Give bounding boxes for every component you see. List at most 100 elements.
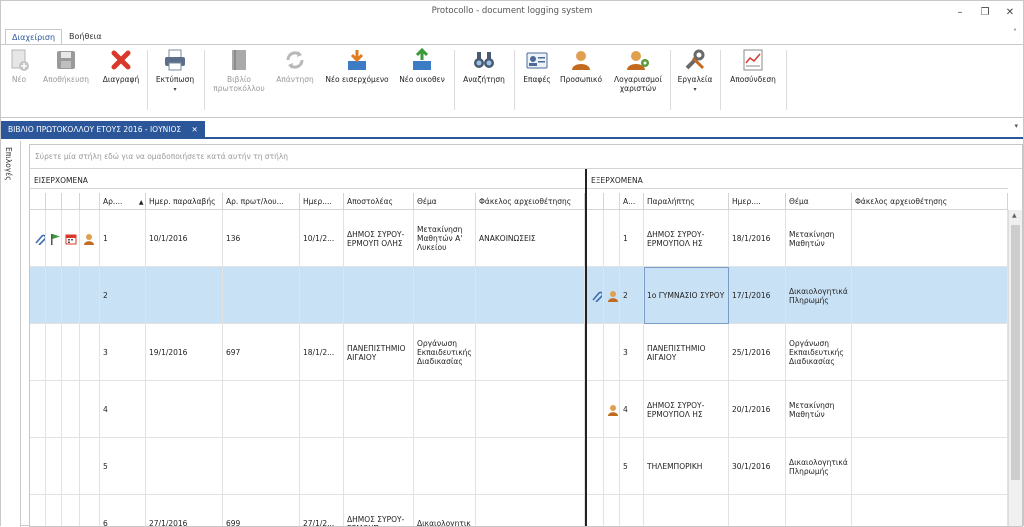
cell-in-recv[interactable]: 10/1/2016	[146, 210, 223, 267]
cell-in-sender[interactable]: ΔΗΜΟΣ ΣΥΡΟΥ-ΕΡΜΟΥΠ	[344, 495, 414, 526]
cell-in-no[interactable]: 3	[100, 324, 146, 381]
cell-in-folder[interactable]	[476, 381, 585, 438]
cell-out-to[interactable]: ΤΗΛΕΜΠΟΡΙΚΗ	[644, 438, 729, 495]
cell-out-date[interactable]: 17/1/2016	[729, 267, 786, 324]
cell-out-folder[interactable]	[852, 210, 1008, 267]
cell-out-no[interactable]	[620, 495, 644, 526]
cell-out-no[interactable]: 1	[620, 210, 644, 267]
cell-in-folder[interactable]	[476, 495, 585, 526]
cell-in-folder[interactable]	[476, 324, 585, 381]
cell-in-sender[interactable]: ΔΗΜΟΣ ΣΥΡΟΥ-ΕΡΜΟΥΠ ΟΛΗΣ	[344, 210, 414, 267]
new-button[interactable]: Νέο	[7, 48, 31, 84]
col-header-in-subject[interactable]: Θέμα	[414, 193, 476, 210]
cell-in-prot[interactable]: 697	[223, 324, 300, 381]
cell-in-subject[interactable]	[414, 381, 476, 438]
scroll-up-icon[interactable]: ▲	[1012, 212, 1017, 219]
reply-button[interactable]: Απάντηση	[273, 48, 317, 84]
print-button[interactable]: Εκτύπωση ▾	[153, 48, 197, 94]
staff-button[interactable]: Προσωπικό	[558, 48, 604, 84]
col-header-in-no[interactable]: Αρ.... ▲	[100, 193, 146, 210]
cell-in-date[interactable]: 27/1/2...	[300, 495, 344, 526]
cell-in-recv[interactable]	[146, 438, 223, 495]
col-header-in-date[interactable]: Ημερ....	[300, 193, 344, 210]
cell-in-subject[interactable]	[414, 438, 476, 495]
logout-button[interactable]: Αποσύνδεση	[726, 48, 780, 84]
cell-in-recv[interactable]	[146, 381, 223, 438]
cell-in-no[interactable]: 2	[100, 267, 146, 324]
print-dropdown-icon[interactable]: ▾	[173, 86, 176, 93]
cell-out-subject[interactable]: Μετακίνηση Μαθητών	[786, 381, 852, 438]
cell-out-subject[interactable]: Δικαιολογητικά Πληρωμής	[786, 267, 852, 324]
cell-in-date[interactable]	[300, 381, 344, 438]
cell-out-subject[interactable]: Δικαιολογητικά Πληρωμής	[786, 438, 852, 495]
cell-in-no[interactable]: 6	[100, 495, 146, 526]
col-header-out-no[interactable]: Α...	[620, 193, 644, 210]
cell-out-folder[interactable]	[852, 438, 1008, 495]
cell-out-to[interactable]	[644, 495, 729, 526]
cell-in-subject[interactable]	[414, 267, 476, 324]
tab-manage[interactable]: Διαχείριση	[5, 29, 63, 45]
search-button[interactable]: Αναζήτηση	[460, 48, 508, 84]
cell-out-subject[interactable]	[786, 495, 852, 526]
save-button[interactable]: Αποθήκευση	[41, 48, 91, 84]
cell-in-recv[interactable]: 27/1/2016	[146, 495, 223, 526]
table-row[interactable]: 627/1/201669927/1/2...ΔΗΜΟΣ ΣΥΡΟΥ-ΕΡΜΟΥΠ…	[30, 495, 1008, 526]
cell-out-date[interactable]: 20/1/2016	[729, 381, 786, 438]
cell-in-no[interactable]: 5	[100, 438, 146, 495]
cell-in-recv[interactable]: 19/1/2016	[146, 324, 223, 381]
cell-out-date[interactable]: 30/1/2016	[729, 438, 786, 495]
protocol-book-button[interactable]: Βιβλίο πρωτοκόλλου	[210, 48, 268, 93]
tab-list-dropdown-icon[interactable]: ▾	[1014, 122, 1018, 130]
close-button[interactable]: ✕	[999, 4, 1021, 22]
new-incoming-button[interactable]: Νέο εισερχόμενο	[322, 48, 392, 84]
delete-button[interactable]: Διαγραφή	[100, 48, 142, 84]
cell-in-sender[interactable]	[344, 267, 414, 324]
tools-button[interactable]: Εργαλεία ▾	[676, 48, 714, 94]
cell-out-subject[interactable]: Οργάνωση Εκπαιδευτικής Διαδικασίας	[786, 324, 852, 381]
scrollbar-thumb[interactable]	[1011, 225, 1020, 480]
cell-out-folder[interactable]	[852, 495, 1008, 526]
cell-in-folder[interactable]: ΑΝΑΚΟΙΝΩΣΕΙΣ	[476, 210, 585, 267]
cell-out-folder[interactable]	[852, 324, 1008, 381]
options-side-panel[interactable]: Επιλογές	[1, 141, 21, 527]
cell-in-no[interactable]: 1	[100, 210, 146, 267]
cell-out-no[interactable]: 2	[620, 267, 644, 324]
col-header-in-folder[interactable]: Φάκελος αρχειοθέτησης	[476, 193, 585, 210]
col-header-out-folder[interactable]: Φάκελος αρχειοθέτησης	[852, 193, 1008, 210]
cell-in-subject[interactable]: Δικαιολογητικ	[414, 495, 476, 526]
cell-in-no[interactable]: 4	[100, 381, 146, 438]
cell-in-sender[interactable]	[344, 438, 414, 495]
cell-out-date[interactable]: 25/1/2016	[729, 324, 786, 381]
cell-out-date[interactable]	[729, 495, 786, 526]
col-header-in-protocol[interactable]: Αρ. πρωτ/λου...	[223, 193, 300, 210]
new-outgoing-button[interactable]: Νέο οικοθεν	[397, 47, 447, 84]
cell-out-to[interactable]: ΔΗΜΟΣ ΣΥΡΟΥ-ΕΡΜΟΥΠΟΛ ΗΣ	[644, 210, 729, 267]
cell-in-subject[interactable]: Οργάνωση Εκπαιδευτικής Διαδικασίας	[414, 324, 476, 381]
tab-help[interactable]: Βοήθεια	[63, 29, 108, 45]
cell-out-no[interactable]: 3	[620, 324, 644, 381]
cell-in-sender[interactable]: ΠΑΝΕΠΙΣΤΗΜΙΟ ΑΙΓΑΙΟΥ	[344, 324, 414, 381]
cell-in-date[interactable]: 10/1/2...	[300, 210, 344, 267]
cell-in-sender[interactable]	[344, 381, 414, 438]
col-header-out-subject[interactable]: Θέμα	[786, 193, 852, 210]
cell-out-subject[interactable]: Μετακίνηση Μαθητών	[786, 210, 852, 267]
table-row[interactable]: 5 5 ΤΗΛΕΜΠΟΡΙΚΗ 30/1/2016 Δικαιολογητικά Πλη…	[30, 438, 1008, 495]
cell-in-prot[interactable]	[223, 438, 300, 495]
cell-out-no[interactable]: 5	[620, 438, 644, 495]
user-accounts-button[interactable]: Λογαριασμοί χαριστών	[609, 48, 667, 93]
table-row[interactable]: 2 2 1ο ΓΥΜΝΑΣΙΟ ΣΥΡΟΥ 17/1/2016 Δικαιολογητι…	[30, 267, 1008, 324]
col-header-out-recipient[interactable]: Παραλήπτης	[644, 193, 729, 210]
cell-in-date[interactable]	[300, 438, 344, 495]
cell-in-prot[interactable]	[223, 267, 300, 324]
cell-out-to[interactable]: 1ο ΓΥΜΝΑΣΙΟ ΣΥΡΟΥ	[644, 267, 729, 324]
col-header-out-date[interactable]: Ημερ....	[729, 193, 786, 210]
table-row[interactable]: 4 4 ΔΗΜΟΣ ΣΥΡΟΥ-ΕΡΜΟΥΠΟΛ ΗΣ 20/1/2016 Μετακί…	[30, 381, 1008, 438]
cell-in-date[interactable]: 18/1/2...	[300, 324, 344, 381]
cell-out-to[interactable]: ΠΑΝΕΠΙΣΤΗΜΙΟ ΑΙΓΑΙΟΥ	[644, 324, 729, 381]
cell-out-date[interactable]: 18/1/2016	[729, 210, 786, 267]
col-header-in-sender[interactable]: Αποστολέας	[344, 193, 414, 210]
restore-button[interactable]: ❐	[974, 4, 996, 22]
cell-out-folder[interactable]	[852, 381, 1008, 438]
contacts-button[interactable]: Επαφές	[519, 48, 555, 84]
cell-in-subject[interactable]: Μετακίνηση Μαθητών Α' Λυκείου	[414, 210, 476, 267]
